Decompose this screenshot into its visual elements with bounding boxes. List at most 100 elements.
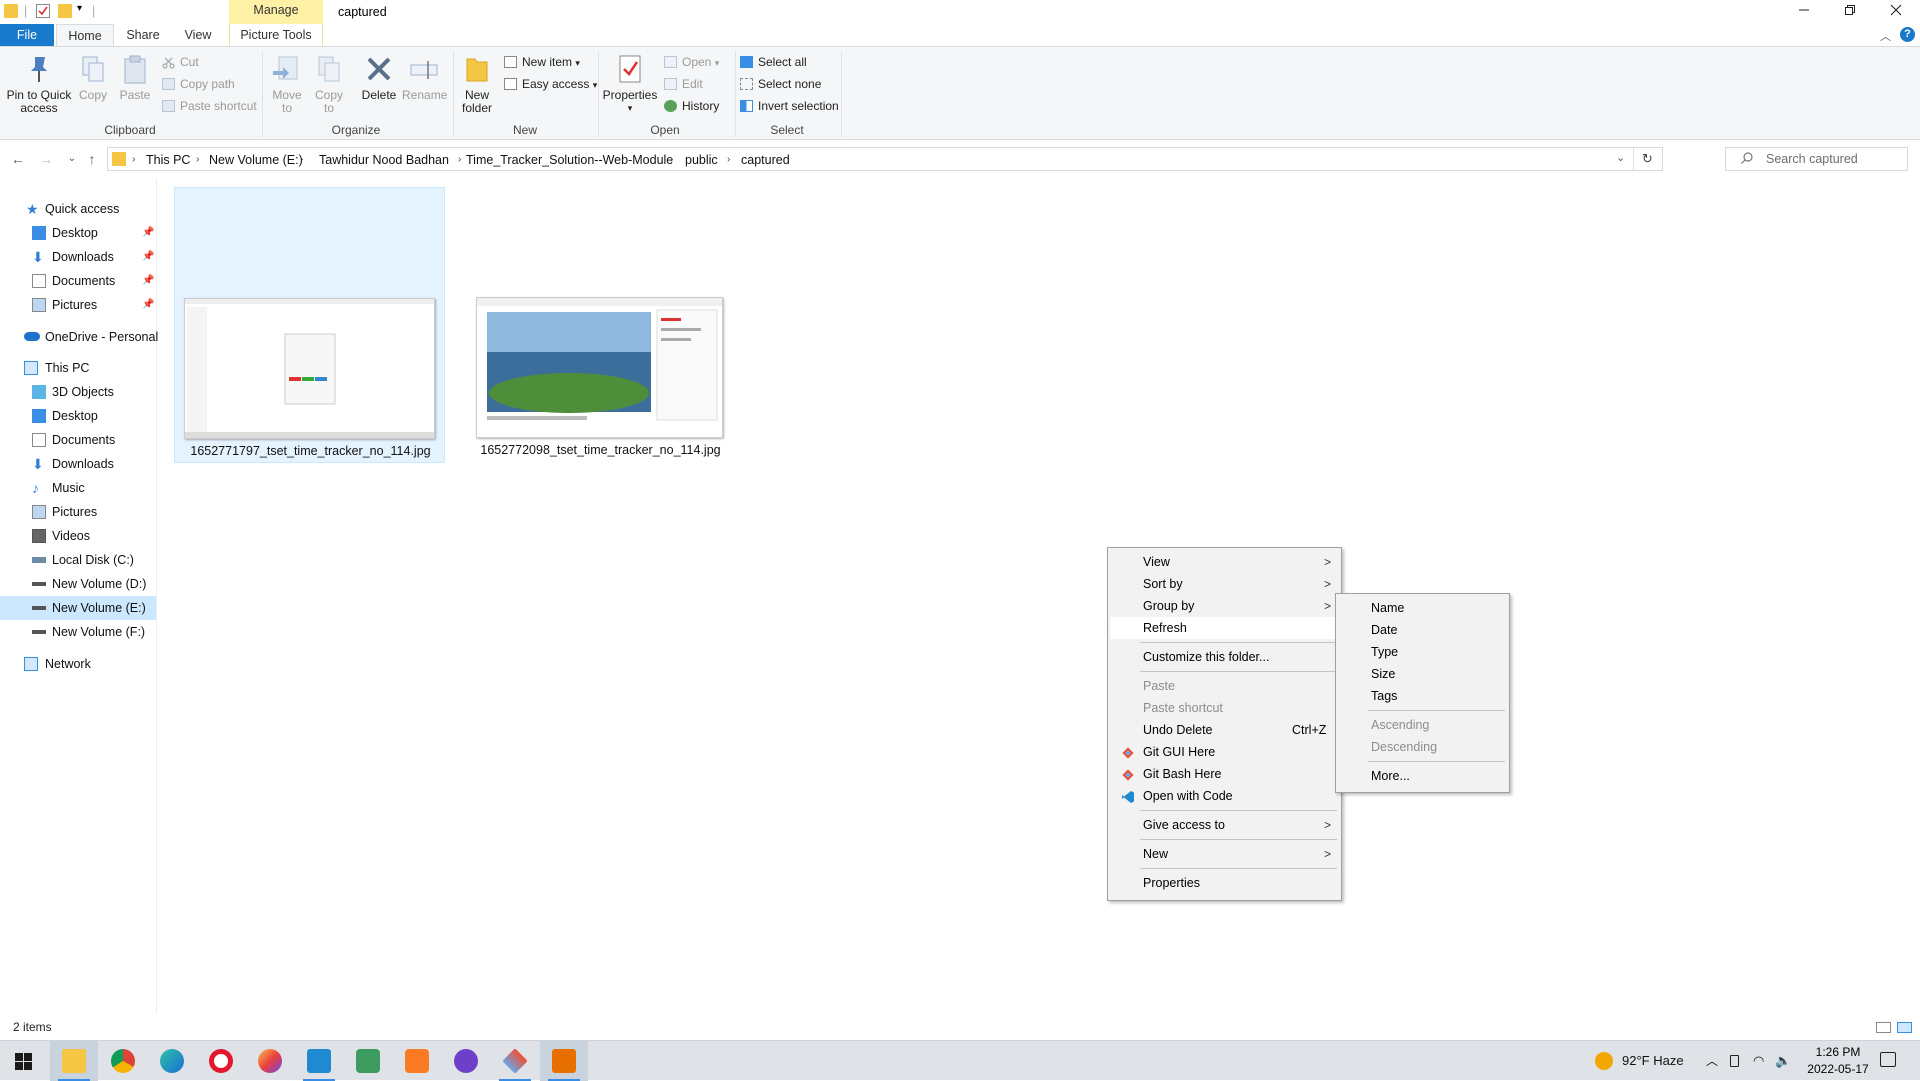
- properties-button[interactable]: Properties ▾: [602, 51, 658, 115]
- refresh-icon[interactable]: ↻: [1642, 151, 1653, 167]
- file-explorer-icon[interactable]: [50, 1041, 98, 1081]
- move-to-button[interactable]: Move to: [268, 51, 306, 115]
- address-bar[interactable]: › This PC › New Volume (E:) › Tawhidur N…: [107, 147, 1663, 171]
- menu-item-paste[interactable]: Paste: [1110, 675, 1339, 697]
- breadcrumb-this-pc[interactable]: This PC: [146, 152, 190, 168]
- breadcrumb-chevron-icon[interactable]: ›: [196, 152, 199, 168]
- nav-quick-documents[interactable]: Documents 📌: [0, 269, 156, 293]
- nav-local-disk-c[interactable]: Local Disk (C:): [0, 548, 156, 572]
- breadcrumb-new-volume-e[interactable]: New Volume (E:): [209, 152, 303, 168]
- breadcrumb-tawhidur[interactable]: Tawhidur Nood Badhan: [319, 152, 449, 168]
- minimize-button[interactable]: [1781, 0, 1827, 24]
- chrome-icon[interactable]: [99, 1041, 147, 1081]
- notifications-icon[interactable]: [1880, 1052, 1896, 1067]
- nav-documents[interactable]: Documents: [0, 428, 156, 452]
- copy-button[interactable]: Copy: [76, 51, 110, 102]
- submenu-item-name[interactable]: Name: [1338, 597, 1507, 619]
- menu-item-git-gui[interactable]: Git GUI Here: [1110, 741, 1339, 763]
- forward-button[interactable]: →: [36, 149, 56, 169]
- nav-desktop[interactable]: Desktop: [0, 404, 156, 428]
- menu-item-refresh[interactable]: Refresh: [1110, 617, 1339, 639]
- menu-item-give-access[interactable]: Give access to >: [1110, 814, 1339, 836]
- submenu-item-more[interactable]: More...: [1338, 765, 1507, 787]
- file-item[interactable]: 1652772098_tset_time_tracker_no_114.jpg: [474, 187, 727, 463]
- nav-quick-access[interactable]: ★ Quick access: [0, 197, 156, 221]
- rename-button[interactable]: Rename: [402, 51, 447, 102]
- submenu-item-size[interactable]: Size: [1338, 663, 1507, 685]
- menu-item-properties[interactable]: Properties: [1110, 872, 1339, 894]
- tab-share[interactable]: Share: [120, 24, 166, 46]
- nav-music[interactable]: ♪ Music: [0, 476, 156, 500]
- menu-item-view[interactable]: View >: [1110, 551, 1339, 573]
- nav-this-pc[interactable]: This PC: [0, 356, 156, 380]
- nav-videos[interactable]: Videos: [0, 524, 156, 548]
- breadcrumb-captured[interactable]: captured: [741, 152, 790, 168]
- breadcrumb-public[interactable]: public: [685, 152, 718, 168]
- submenu-item-tags[interactable]: Tags: [1338, 685, 1507, 707]
- nav-network[interactable]: Network: [0, 652, 156, 676]
- clock[interactable]: 1:26 PM 2022-05-17: [1802, 1044, 1874, 1078]
- menu-item-open-with-code[interactable]: Open with Code: [1110, 785, 1339, 807]
- cut-button[interactable]: Cut: [160, 53, 199, 71]
- invert-selection-button[interactable]: Invert selection: [738, 97, 839, 115]
- submenu-item-ascending[interactable]: Ascending: [1338, 714, 1507, 736]
- tab-file[interactable]: File: [0, 24, 54, 46]
- vscode-icon[interactable]: [295, 1041, 343, 1081]
- android-studio-icon[interactable]: [344, 1041, 392, 1081]
- nav-new-volume-e[interactable]: New Volume (E:): [0, 596, 156, 620]
- breadcrumb-chevron-icon[interactable]: ›: [300, 152, 303, 168]
- menu-item-group-by[interactable]: Group by >: [1110, 595, 1339, 617]
- manage-context-tab[interactable]: Manage: [229, 0, 323, 24]
- paste-button[interactable]: Paste: [118, 51, 152, 102]
- nav-quick-downloads[interactable]: ⬇ Downloads 📌: [0, 245, 156, 269]
- delete-button[interactable]: Delete: [358, 51, 400, 102]
- restore-button[interactable]: [1827, 0, 1873, 24]
- menu-item-customize[interactable]: Customize this folder...: [1110, 646, 1339, 668]
- tab-home[interactable]: Home: [56, 24, 114, 46]
- up-button[interactable]: ↑: [82, 149, 102, 169]
- nav-quick-desktop[interactable]: Desktop 📌: [0, 221, 156, 245]
- select-all-button[interactable]: Select all: [738, 53, 807, 71]
- breadcrumb-chevron-icon[interactable]: ›: [727, 152, 730, 168]
- breadcrumb-chevron-icon[interactable]: ›: [458, 152, 461, 168]
- qat-dropdown-icon[interactable]: ▾: [77, 3, 82, 14]
- properties-qat-icon[interactable]: [36, 4, 50, 18]
- file-item-selected[interactable]: 1652771797_tset_time_tracker_no_114.jpg: [174, 187, 445, 463]
- battery-icon[interactable]: [1730, 1055, 1739, 1067]
- nav-new-volume-d[interactable]: New Volume (D:): [0, 572, 156, 596]
- start-button[interactable]: [0, 1041, 48, 1081]
- firefox-icon[interactable]: [246, 1041, 294, 1081]
- tab-picture-tools[interactable]: Picture Tools: [229, 24, 323, 46]
- open-button[interactable]: Open ▾: [662, 53, 719, 71]
- xampp-icon[interactable]: [393, 1041, 441, 1081]
- recent-locations-button[interactable]: ⌄: [62, 149, 82, 169]
- edit-button[interactable]: Edit: [662, 75, 703, 93]
- history-button[interactable]: History: [662, 97, 719, 115]
- large-icons-view-icon[interactable]: [1897, 1022, 1912, 1033]
- weather-text[interactable]: 92°F Haze: [1622, 1041, 1684, 1081]
- edge-icon[interactable]: [148, 1041, 196, 1081]
- show-hidden-icons-icon[interactable]: ︿: [1706, 1041, 1718, 1081]
- submenu-item-type[interactable]: Type: [1338, 641, 1507, 663]
- paste-shortcut-button[interactable]: Paste shortcut: [160, 97, 257, 115]
- new-folder-qat-icon[interactable]: [58, 4, 72, 18]
- nav-quick-pictures[interactable]: Pictures 📌: [0, 293, 156, 317]
- submenu-item-date[interactable]: Date: [1338, 619, 1507, 641]
- close-button[interactable]: [1873, 0, 1919, 24]
- new-item-button[interactable]: New item ▾: [502, 53, 580, 71]
- select-none-button[interactable]: Select none: [738, 75, 821, 93]
- copy-path-button[interactable]: Copy path: [160, 75, 235, 93]
- easy-access-button[interactable]: Easy access ▾: [502, 75, 597, 93]
- back-button[interactable]: ←: [8, 149, 28, 169]
- nav-downloads[interactable]: ⬇ Downloads: [0, 452, 156, 476]
- menu-item-paste-shortcut[interactable]: Paste shortcut: [1110, 697, 1339, 719]
- nav-3d-objects[interactable]: 3D Objects: [0, 380, 156, 404]
- copy-to-button[interactable]: Copy to: [310, 51, 348, 115]
- submenu-item-descending[interactable]: Descending: [1338, 736, 1507, 758]
- menu-item-undo-delete[interactable]: Undo Delete Ctrl+Z: [1110, 719, 1339, 741]
- new-folder-button[interactable]: New folder: [456, 51, 498, 115]
- collapse-ribbon-icon[interactable]: ︿: [1880, 28, 1891, 44]
- help-icon[interactable]: ?: [1900, 27, 1915, 42]
- menu-item-sort-by[interactable]: Sort by >: [1110, 573, 1339, 595]
- menu-item-new[interactable]: New >: [1110, 843, 1339, 865]
